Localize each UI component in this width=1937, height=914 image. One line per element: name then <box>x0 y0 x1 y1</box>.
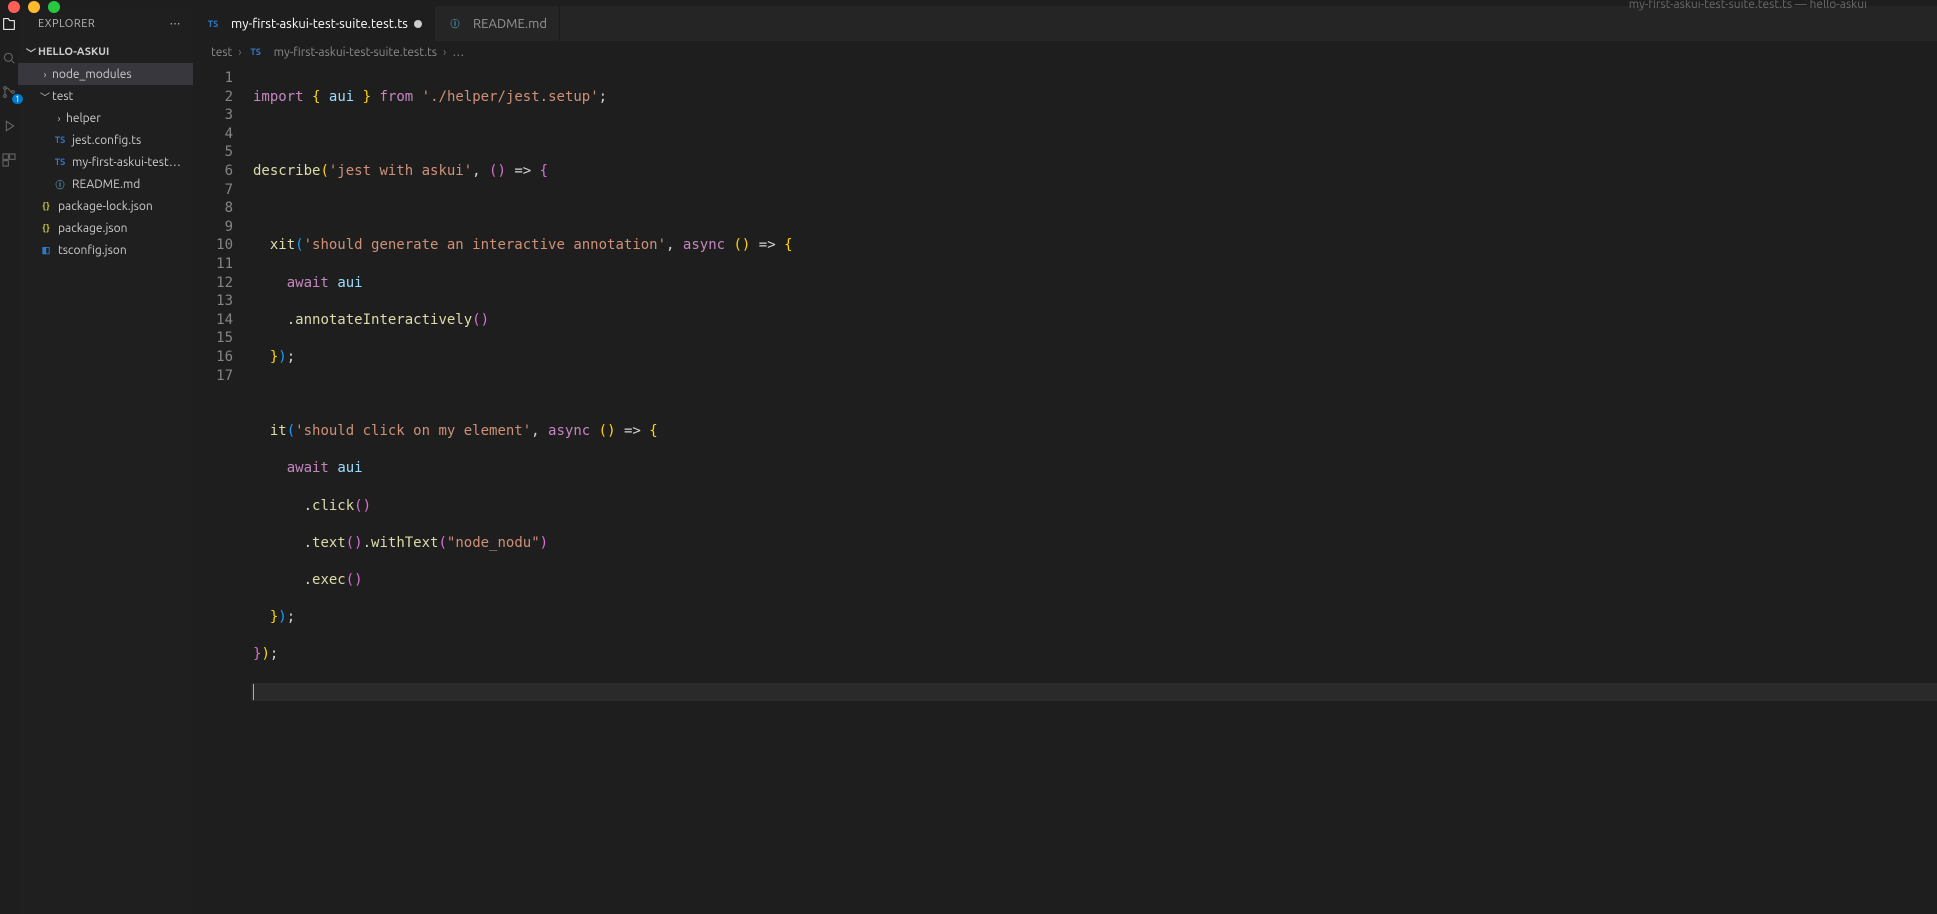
window-title: my-first-askui-test-suite.test.ts — hell… <box>1629 0 1867 11</box>
folder-test[interactable]: ﹀ test <box>18 85 193 107</box>
explorer-icon[interactable] <box>1 16 17 32</box>
info-file-icon: ⓘ <box>52 176 68 192</box>
breadcrumb-seg[interactable]: … <box>452 46 464 59</box>
breadcrumb-seg[interactable]: test <box>211 46 232 59</box>
project-root[interactable]: ﹀ HELLO-ASKUI <box>18 41 193 63</box>
file-readme[interactable]: ⓘ README.md <box>18 173 193 195</box>
breadcrumb[interactable]: test › TS my-first-askui-test-suite.test… <box>193 41 1937 63</box>
dirty-indicator-icon <box>414 20 422 28</box>
line-number: 13 <box>193 292 233 311</box>
file-label: my-first-askui-test… <box>72 156 181 169</box>
file-label: tsconfig.json <box>58 244 127 257</box>
line-number: 7 <box>193 181 233 200</box>
sidebar-more-icon[interactable]: ⋯ <box>170 17 182 30</box>
search-icon[interactable] <box>1 50 17 66</box>
file-test-suite[interactable]: TS my-first-askui-test… <box>18 151 193 173</box>
zoom-window-icon[interactable] <box>48 1 60 13</box>
line-number: 5 <box>193 143 233 162</box>
editor-area: TS my-first-askui-test-suite.test.ts ⓘ R… <box>193 6 1937 914</box>
info-file-icon: ⓘ <box>447 16 463 32</box>
line-number: 6 <box>193 162 233 181</box>
json-file-icon: {} <box>38 198 54 214</box>
chevron-down-icon: ﹀ <box>38 89 52 104</box>
line-number: 14 <box>193 311 233 330</box>
ts-file-icon: TS <box>52 132 68 148</box>
minimize-window-icon[interactable] <box>28 1 40 13</box>
file-tsconfig[interactable]: ◧ tsconfig.json <box>18 239 193 261</box>
chevron-right-icon: › <box>38 69 52 80</box>
sidebar-title: EXPLORER <box>38 18 95 30</box>
file-label: package.json <box>58 222 127 235</box>
debug-icon[interactable] <box>1 118 17 134</box>
line-number: 17 <box>193 367 233 386</box>
line-number: 8 <box>193 199 233 218</box>
activity-bar <box>0 6 18 914</box>
chevron-right-icon: › <box>52 113 66 124</box>
sidebar: EXPLORER ⋯ ﹀ HELLO-ASKUI › node_modules … <box>18 6 193 914</box>
tab-readme[interactable]: ⓘ README.md <box>435 6 560 41</box>
line-number: 4 <box>193 125 233 144</box>
folder-helper[interactable]: › helper <box>18 107 193 129</box>
folder-node-modules[interactable]: › node_modules <box>18 63 193 85</box>
file-package-lock[interactable]: {} package-lock.json <box>18 195 193 217</box>
folder-label: node_modules <box>52 68 132 81</box>
scm-icon[interactable] <box>1 84 17 100</box>
tab-label: my-first-askui-test-suite.test.ts <box>231 17 408 31</box>
ts-file-icon: TS <box>52 154 68 170</box>
tab-bar: TS my-first-askui-test-suite.test.ts ⓘ R… <box>193 6 1937 41</box>
line-number: 1 <box>193 69 233 88</box>
json-file-icon: {} <box>38 220 54 236</box>
workbench: EXPLORER ⋯ ﹀ HELLO-ASKUI › node_modules … <box>0 6 1937 914</box>
line-number: 3 <box>193 106 233 125</box>
code-content[interactable]: import { aui } from './helper/jest.setup… <box>251 63 1937 914</box>
folder-label: test <box>52 90 73 103</box>
breadcrumb-seg[interactable]: my-first-askui-test-suite.test.ts <box>274 46 437 59</box>
file-label: jest.config.ts <box>72 134 141 147</box>
line-number: 10 <box>193 236 233 255</box>
extensions-icon[interactable] <box>1 152 17 168</box>
editor[interactable]: 1234567891011121314151617 import { aui }… <box>193 63 1937 914</box>
chevron-right-icon: › <box>443 46 446 59</box>
tab-label: README.md <box>473 17 547 31</box>
project-name: HELLO-ASKUI <box>38 46 109 58</box>
line-number: 15 <box>193 329 233 348</box>
line-number: 16 <box>193 348 233 367</box>
line-gutter: 1234567891011121314151617 <box>193 63 251 914</box>
chevron-right-icon: › <box>238 46 241 59</box>
file-package[interactable]: {} package.json <box>18 217 193 239</box>
ts-file-icon: TS <box>205 16 221 32</box>
file-label: README.md <box>72 178 140 191</box>
line-number: 9 <box>193 218 233 237</box>
window-controls <box>8 0 60 14</box>
file-jest-config[interactable]: TS jest.config.ts <box>18 129 193 151</box>
line-number: 2 <box>193 88 233 107</box>
text-cursor <box>253 684 254 700</box>
chevron-down-icon: ﹀ <box>24 45 38 60</box>
line-number: 11 <box>193 255 233 274</box>
tsconfig-file-icon: ◧ <box>38 242 54 258</box>
folder-label: helper <box>66 112 101 125</box>
ts-file-icon: TS <box>248 44 264 60</box>
close-window-icon[interactable] <box>8 1 20 13</box>
line-number: 12 <box>193 274 233 293</box>
tab-test-suite[interactable]: TS my-first-askui-test-suite.test.ts <box>193 6 435 41</box>
file-label: package-lock.json <box>58 200 153 213</box>
